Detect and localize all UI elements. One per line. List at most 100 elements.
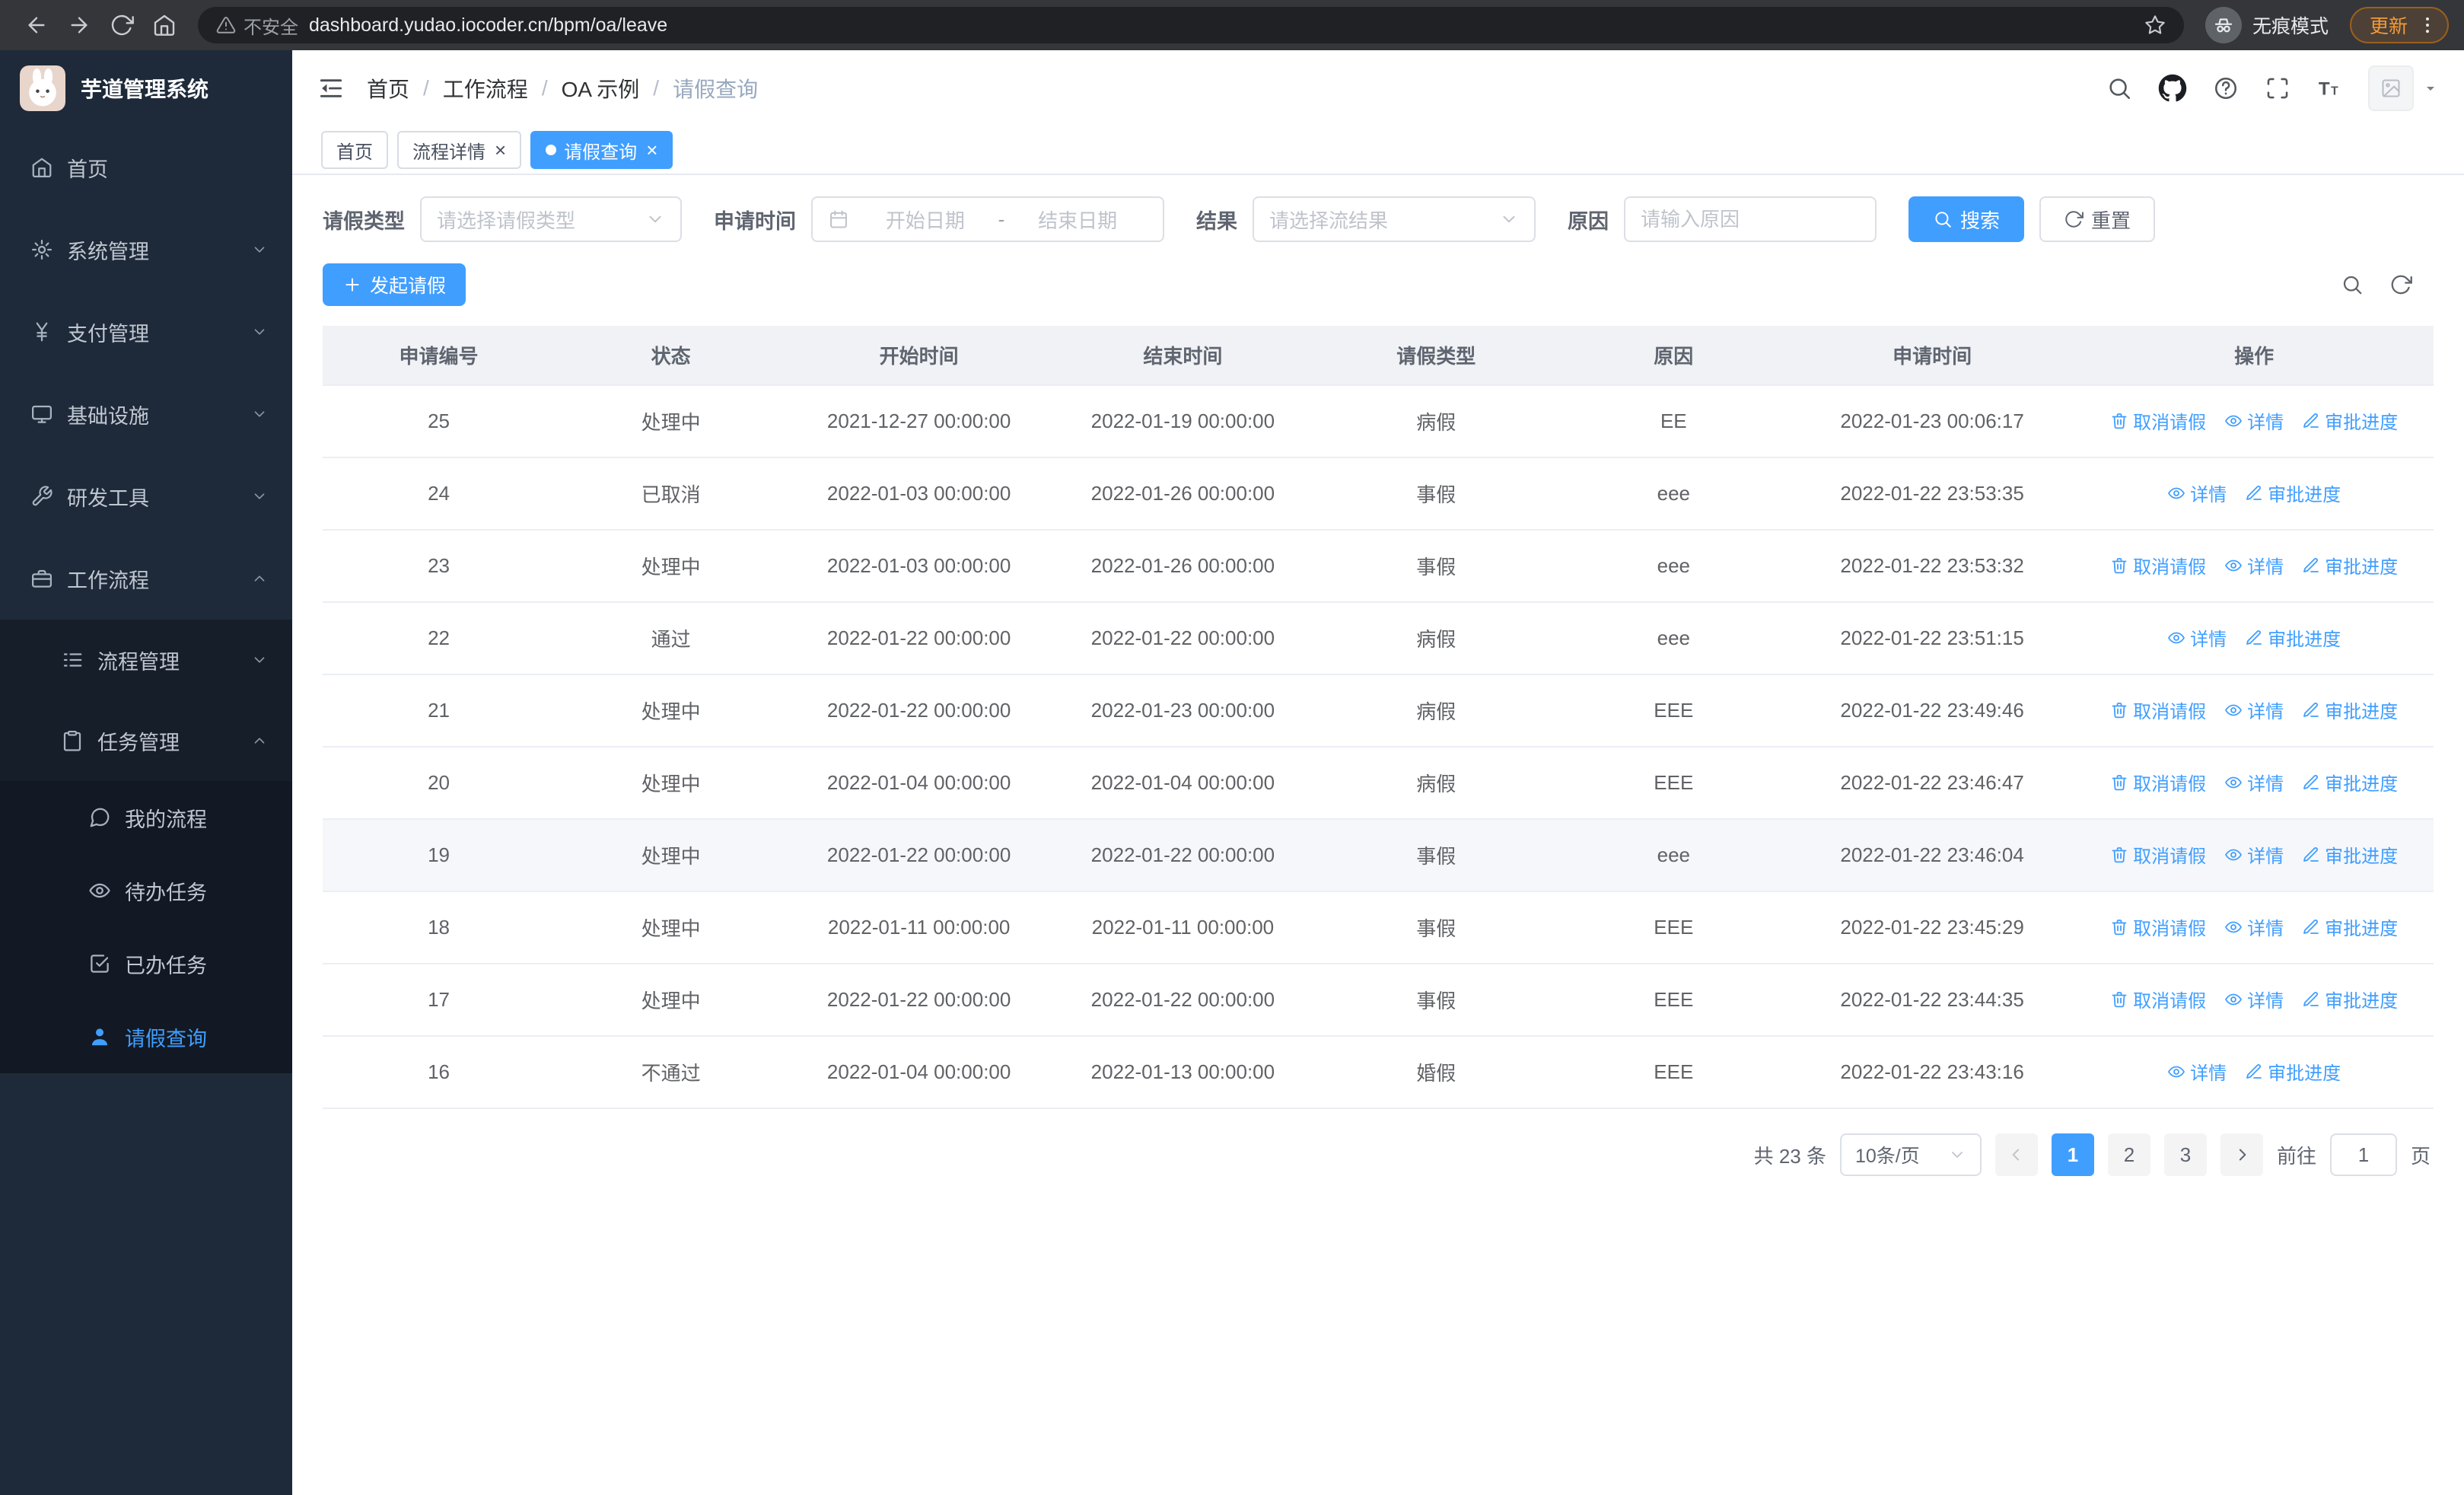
detail-action-link[interactable]: 详情	[2167, 1058, 2227, 1085]
reason-input[interactable]	[1624, 196, 1877, 242]
progress-action-link[interactable]: 审批进度	[2302, 913, 2398, 940]
sidebar-item-process-management[interactable]: 流程管理	[0, 620, 292, 700]
sidebar-item-system-management[interactable]: 系统管理	[0, 209, 292, 291]
cell-apply-time: 2022-01-22 23:44:35	[1789, 964, 2075, 1037]
cancel-action-link[interactable]: 取消请假	[2110, 552, 2206, 579]
progress-action-link[interactable]: 审批进度	[2302, 769, 2398, 795]
fullscreen-icon[interactable]	[2265, 75, 2291, 101]
progress-action-link[interactable]: 审批进度	[2245, 1058, 2341, 1085]
page-button-3[interactable]: 3	[2163, 1133, 2207, 1176]
bookmark-star-icon[interactable]	[2144, 14, 2166, 36]
cancel-action-link[interactable]: 取消请假	[2110, 913, 2206, 940]
browser-back-button[interactable]	[15, 4, 58, 46]
progress-action-link[interactable]: 审批进度	[2245, 624, 2341, 651]
help-icon[interactable]	[2213, 75, 2239, 101]
cell-end-time: 2022-01-23 00:00:00	[1051, 674, 1315, 748]
cell-status: 通过	[555, 602, 788, 675]
app-logo[interactable]: 芋道管理系统	[0, 50, 292, 126]
progress-action-link[interactable]: 审批进度	[2302, 986, 2398, 1012]
cell-leave-type: 事假	[1314, 819, 1558, 892]
breadcrumb-item[interactable]: OA 示例	[562, 73, 640, 104]
search-button[interactable]: 搜索	[1908, 196, 2025, 242]
page-button-2[interactable]: 2	[2107, 1133, 2150, 1176]
incognito-badge: 无痕模式	[2205, 7, 2329, 43]
toggle-search-button[interactable]	[2341, 273, 2364, 296]
close-icon[interactable]: ×	[495, 140, 506, 160]
cancel-action-link[interactable]: 取消请假	[2110, 407, 2206, 434]
sidebar-item-leave-query[interactable]: 请假查询	[0, 1000, 292, 1073]
cancel-action-link[interactable]: 取消请假	[2110, 769, 2206, 795]
browser-forward-button[interactable]	[58, 4, 100, 46]
sidebar-item-infrastructure[interactable]: 基础设施	[0, 373, 292, 455]
goto-page-input[interactable]	[2329, 1133, 2397, 1176]
leave-type-select[interactable]: 请选择请假类型	[420, 196, 682, 242]
result-select[interactable]: 请选择流结果	[1253, 196, 1536, 242]
sidebar-item-done-tasks[interactable]: 已办任务	[0, 927, 292, 1000]
detail-action-link[interactable]: 详情	[2167, 624, 2227, 651]
cancel-action-link[interactable]: 取消请假	[2110, 986, 2206, 1012]
chevron-down-icon	[251, 324, 268, 340]
prev-page-button[interactable]	[1994, 1133, 2038, 1176]
eye-icon	[2224, 846, 2243, 864]
page-button-1[interactable]: 1	[2051, 1133, 2094, 1176]
detail-action-link[interactable]: 详情	[2224, 696, 2284, 723]
search-icon[interactable]	[2106, 75, 2132, 101]
sidebar-item-task-management[interactable]: 任务管理	[0, 700, 292, 781]
eye-icon	[88, 879, 111, 902]
browser-reload-button[interactable]	[100, 4, 143, 46]
progress-action-link[interactable]: 审批进度	[2302, 407, 2398, 434]
tab-home[interactable]: 首页	[321, 131, 388, 169]
breadcrumb: 首页 / 工作流程 / OA 示例 / 请假查询	[367, 73, 758, 104]
svg-text:T: T	[2331, 85, 2338, 98]
progress-action-link[interactable]: 审批进度	[2302, 696, 2398, 723]
close-icon[interactable]: ×	[646, 140, 657, 160]
sidebar-item-my-process[interactable]: 我的流程	[0, 781, 292, 854]
detail-action-link[interactable]: 详情	[2224, 913, 2284, 940]
breadcrumb-item[interactable]: 工作流程	[443, 73, 528, 104]
refresh-table-button[interactable]	[2389, 273, 2412, 296]
cell-actions: 详情 审批进度	[2074, 602, 2434, 675]
cell-apply-time: 2022-01-23 00:06:17	[1789, 385, 2075, 458]
sidebar-item-dev-tools[interactable]: 研发工具	[0, 455, 292, 537]
progress-action-link[interactable]: 审批进度	[2302, 841, 2398, 868]
tab-leave-query[interactable]: 请假查询 ×	[530, 131, 673, 169]
apply-time-range-picker[interactable]: 开始日期 - 结束日期	[811, 196, 1164, 242]
progress-action-link[interactable]: 审批进度	[2302, 552, 2398, 579]
address-bar[interactable]: 不安全 dashboard.yudao.iocoder.cn/bpm/oa/le…	[198, 7, 2184, 43]
reset-button[interactable]: 重置	[2039, 196, 2156, 242]
sidebar-item-home[interactable]: 首页	[0, 126, 292, 209]
tab-label: 请假查询	[564, 142, 638, 163]
column-header: 申请时间	[1789, 326, 2075, 386]
browser-home-button[interactable]	[143, 4, 186, 46]
progress-action-link[interactable]: 审批进度	[2245, 480, 2341, 506]
cell-actions: 取消请假 详情 审批进度	[2074, 891, 2434, 964]
sidebar-item-todo-tasks[interactable]: 待办任务	[0, 854, 292, 927]
detail-action-link[interactable]: 详情	[2224, 841, 2284, 868]
cancel-action-link[interactable]: 取消请假	[2110, 696, 2206, 723]
browser-update-button[interactable]: 更新	[2349, 7, 2449, 43]
breadcrumb-item[interactable]: 首页	[367, 73, 409, 104]
cancel-action-link[interactable]: 取消请假	[2110, 841, 2206, 868]
detail-action-link[interactable]: 详情	[2167, 480, 2227, 506]
next-page-button[interactable]	[2220, 1133, 2263, 1176]
user-menu[interactable]	[2368, 65, 2440, 111]
page-size-select[interactable]: 10条/页	[1839, 1133, 1982, 1176]
detail-action-link[interactable]: 详情	[2224, 407, 2284, 434]
browser-menu-icon[interactable]	[2417, 14, 2438, 36]
detail-action-link[interactable]: 详情	[2224, 769, 2284, 795]
font-size-icon[interactable]: TT	[2316, 75, 2342, 101]
github-icon[interactable]	[2158, 74, 2187, 103]
detail-action-link[interactable]: 详情	[2224, 552, 2284, 579]
cell-apply-time: 2022-01-22 23:45:29	[1789, 891, 2075, 964]
cell-actions: 取消请假 详情 审批进度	[2074, 819, 2434, 892]
breadcrumb-separator: /	[541, 76, 548, 100]
sidebar-collapse-button[interactable]	[317, 74, 345, 103]
sidebar-item-payment-management[interactable]: 支付管理	[0, 291, 292, 373]
trash-icon	[2110, 773, 2128, 792]
tab-process-detail[interactable]: 流程详情 ×	[397, 131, 522, 169]
create-leave-button[interactable]: 发起请假	[323, 263, 466, 306]
security-warning[interactable]: 不安全	[216, 12, 298, 39]
detail-action-link[interactable]: 详情	[2224, 986, 2284, 1012]
cell-apply-id: 21	[323, 674, 556, 748]
sidebar-item-workflow[interactable]: 工作流程	[0, 537, 292, 620]
